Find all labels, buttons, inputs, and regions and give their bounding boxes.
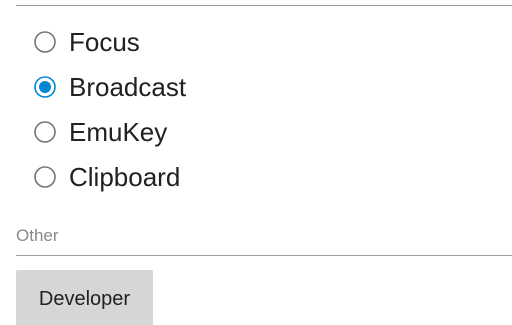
input-mode-radio-group: Focus Broadcast EmuKey Clipboard bbox=[33, 19, 503, 199]
radio-label: Clipboard bbox=[69, 161, 181, 192]
section-divider bbox=[16, 255, 512, 256]
other-section-header: Other bbox=[16, 226, 59, 245]
radio-unchecked-icon[interactable] bbox=[33, 165, 57, 189]
settings-screen: Focus Broadcast EmuKey Clipboard Other D… bbox=[0, 0, 512, 325]
radio-label: EmuKey bbox=[69, 116, 168, 147]
radio-unchecked-icon[interactable] bbox=[33, 30, 57, 54]
radio-ring bbox=[34, 165, 56, 188]
radio-dot bbox=[39, 80, 51, 93]
radio-label: Focus bbox=[69, 26, 140, 57]
radio-option-focus[interactable]: Focus bbox=[33, 19, 503, 64]
radio-ring bbox=[34, 120, 56, 143]
radio-checked-icon[interactable] bbox=[33, 75, 57, 99]
developer-button[interactable]: Developer bbox=[16, 270, 153, 325]
radio-option-clipboard[interactable]: Clipboard bbox=[33, 154, 503, 199]
radio-option-emukey[interactable]: EmuKey bbox=[33, 109, 503, 154]
radio-unchecked-icon[interactable] bbox=[33, 120, 57, 144]
top-divider bbox=[16, 5, 512, 6]
radio-option-broadcast[interactable]: Broadcast bbox=[33, 64, 503, 109]
radio-label: Broadcast bbox=[69, 71, 187, 102]
radio-ring bbox=[34, 30, 56, 53]
